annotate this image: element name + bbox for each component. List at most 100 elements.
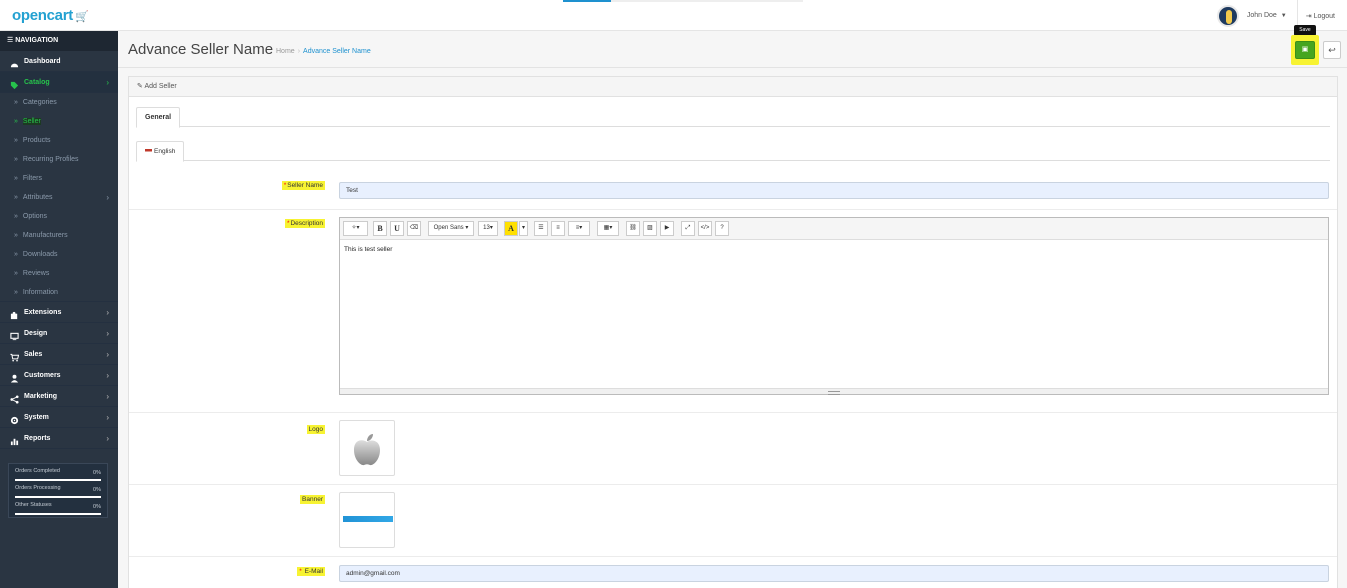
chevron-right-icon: › [106,392,109,401]
banner-image [343,516,393,522]
stat-orders-completed: Orders Completed 0% [15,468,101,485]
save-icon: ▣ [1301,46,1309,53]
image-icon[interactable]: ▨ [643,221,657,236]
seller-name-input[interactable]: Test [339,182,1329,199]
sidebar-item-customers[interactable]: Customers › [0,365,118,386]
editor-resize-handle[interactable] [340,388,1328,395]
chevron-right-icon: › [106,78,109,87]
opencart-logo[interactable]: opencart 🛒 [12,7,89,24]
video-icon[interactable]: ▶ [660,221,674,236]
avatar[interactable] [1216,4,1239,27]
sidebar-item-design[interactable]: Design › [0,323,118,344]
panel-heading: ✎ Add Seller [129,77,1337,97]
user-area: John Doe ▼ ⇥ Logout [1216,0,1347,31]
gear-icon [10,413,19,424]
sidebar-item-system[interactable]: System › [0,407,118,428]
back-button[interactable]: ↩ [1323,41,1341,59]
eraser-icon[interactable]: ⌫ [407,221,421,236]
save-highlight: ▣ [1291,35,1319,65]
cart-icon: 🛒 [74,11,89,23]
sidebar: ☰ NAVIGATION Dashboard Catalog › » Catego… [0,31,118,588]
chevron-right-icon: › [106,350,109,359]
font-name-select[interactable]: Open Sans ▾ [428,221,474,236]
top-header: opencart 🛒 John Doe ▼ ⇥ Logout [0,0,1347,31]
top-indicator [563,0,803,2]
sidebar-sub-categories[interactable]: » Categories [0,93,118,112]
email-field[interactable]: admin@gmail.com [339,565,1329,582]
breadcrumb-current[interactable]: Advance Seller Name [303,48,371,55]
banner-thumbnail[interactable] [339,492,395,548]
logout-icon: ⇥ [1305,12,1312,20]
shopping-cart-icon [10,350,20,361]
bold-icon[interactable]: B [373,221,387,236]
text-color-icon[interactable]: A [504,221,518,236]
banner-label: Banner [300,495,325,504]
magic-icon[interactable]: ✧▾ [343,221,368,236]
numbered-list-icon[interactable]: ≡ [551,221,565,236]
sidebar-sub-attributes[interactable]: » Attributes › [0,188,118,207]
description-label: *Description [284,219,325,228]
flag-icon [145,148,152,154]
paragraph-align-icon[interactable]: ≡▾ [568,221,590,236]
description-editor[interactable]: ✧▾ B U ⌫ Open Sans ▾ 13▾ A ▾ ☰ ≡ ≡▾ ▦▾ ⛓… [339,217,1329,395]
editor-toolbar: ✧▾ B U ⌫ Open Sans ▾ 13▾ A ▾ ☰ ≡ ≡▾ ▦▾ ⛓… [340,218,1328,240]
fullscreen-icon[interactable]: ⤢ [681,221,695,236]
underline-icon[interactable]: U [390,221,404,236]
table-icon[interactable]: ▦▾ [597,221,619,236]
sidebar-sub-reviews[interactable]: » Reviews [0,264,118,283]
page-header: Advance Seller Name Home › Advance Seller … [118,25,1347,68]
nav-title[interactable]: ☰ NAVIGATION [0,31,118,51]
page-title: Advance Seller Name [128,41,274,58]
color-dropdown-icon[interactable]: ▾ [519,221,528,236]
chevron-down-icon[interactable]: ▼ [1281,13,1287,19]
sidebar-item-sales[interactable]: Sales › [0,344,118,365]
logout-link[interactable]: ⇥ Logout [1298,12,1347,20]
sidebar-sub-downloads[interactable]: » Downloads [0,245,118,264]
sidebar-sub-recurring-profiles[interactable]: » Recurring Profiles [0,150,118,169]
sidebar-item-extensions[interactable]: Extensions › [0,302,118,323]
sidebar-item-marketing[interactable]: Marketing › [0,386,118,407]
logo-thumbnail[interactable] [339,420,395,476]
chevron-right-icon: › [106,371,109,380]
sidebar-sub-information[interactable]: » Information [0,283,118,302]
sidebar-sub-seller[interactable]: » Seller [0,112,118,131]
sidebar-sub-products[interactable]: » Products [0,131,118,150]
user-name[interactable]: John Doe [1247,12,1277,19]
sidebar-sub-options[interactable]: » Options [0,207,118,226]
language-tabs: English [136,141,1330,162]
sidebar-item-catalog[interactable]: Catalog › [0,72,118,93]
main-content: Advance Seller Name Home › Advance Seller … [118,25,1347,588]
dashboard-icon [10,57,19,67]
help-icon[interactable]: ? [715,221,729,236]
chevron-right-icon: › [106,329,109,338]
tags-icon [10,78,19,89]
chevron-right-icon: › [106,434,109,443]
chevron-right-icon: › [106,308,109,317]
tab-english[interactable]: English [136,141,185,162]
chevron-right-icon: › [106,193,109,202]
bullet-list-icon[interactable]: ☰ [534,221,548,236]
tab-general[interactable]: General [136,107,181,128]
puzzle-icon [10,308,19,319]
main-tabs: General [136,107,1330,128]
editor-content[interactable]: This is test seller [340,240,1328,259]
link-icon[interactable]: ⛓ [626,221,640,236]
monitor-icon [10,329,19,340]
code-view-icon[interactable]: </> [698,221,712,236]
order-stats: Orders Completed 0% Orders Processing 0% O… [8,463,108,518]
breadcrumb-home[interactable]: Home [276,48,295,55]
save-button[interactable]: ▣ [1295,41,1315,59]
user-icon [10,371,19,383]
stat-other-statuses: Other Statuses 0% [15,502,101,519]
bar-chart-icon [10,434,19,445]
apple-logo-icon [354,434,380,466]
stat-orders-processing: Orders Processing 0% [15,485,101,502]
sidebar-sub-filters[interactable]: » Filters [0,169,118,188]
sidebar-item-reports[interactable]: Reports › [0,428,118,449]
pencil-icon: ✎ [137,83,143,90]
share-icon [10,392,19,404]
font-size-select[interactable]: 13▾ [478,221,498,236]
reply-icon: ↩ [1328,45,1336,55]
sidebar-item-dashboard[interactable]: Dashboard [0,51,118,72]
sidebar-sub-manufacturers[interactable]: » Manufacturers [0,226,118,245]
